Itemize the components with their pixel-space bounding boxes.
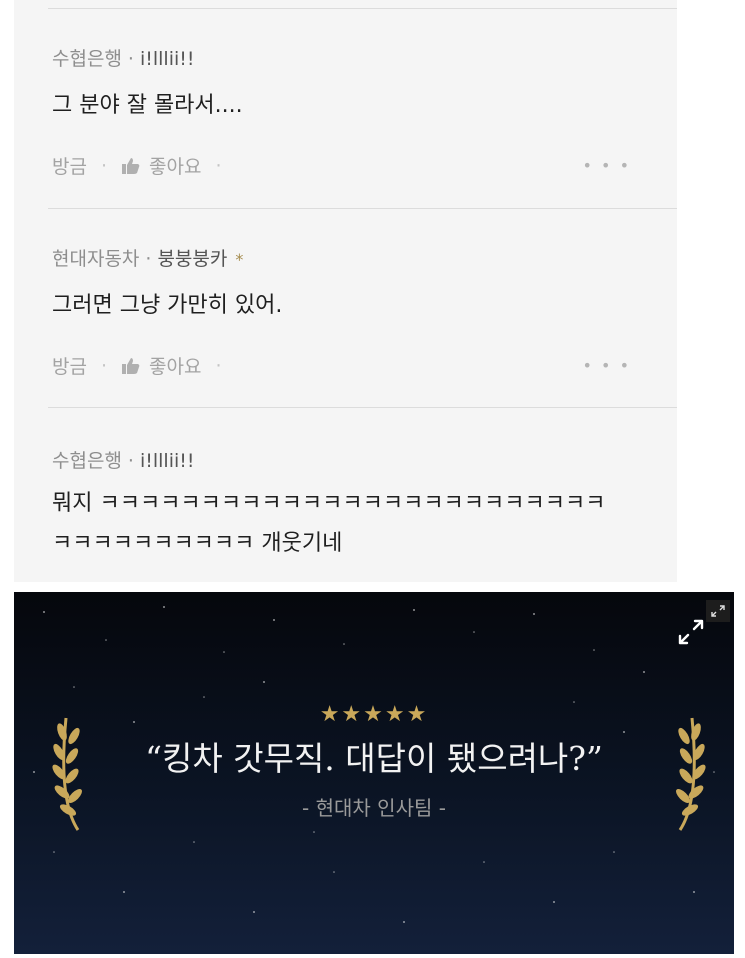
like-label: 좋아요: [149, 356, 202, 378]
comment-thread: 수협은행 · i!lllii!! 그 분야 잘 몰라서.... 방금 · 좋아요 ·…: [14, 0, 677, 582]
separator: ·: [127, 48, 134, 70]
nickname[interactable]: 붕붕붕카: [157, 248, 227, 270]
separator: ·: [100, 354, 108, 377]
divider: [48, 208, 677, 209]
divider: [48, 8, 677, 9]
separator: ·: [215, 154, 222, 177]
separator: ·: [127, 450, 134, 472]
star-rating: ★★★★★: [319, 702, 429, 727]
thumbs-up-icon: [122, 357, 140, 374]
banner-image: ★★★★★ “킹차 갓무직. 대답이 됐으려나?” - 현대차 인사팀 -: [14, 592, 734, 954]
nickname[interactable]: i!lllii!!: [140, 450, 195, 472]
expand-icon[interactable]: [676, 617, 706, 647]
comment-actions: 방금 · 좋아요 ·: [52, 152, 236, 179]
timestamp: 방금: [52, 356, 87, 378]
company-name: 수협은행: [52, 450, 122, 472]
more-options-button[interactable]: • • •: [583, 356, 631, 375]
like-button[interactable]: 좋아요: [121, 152, 201, 179]
comment-text: 그 분야 잘 몰라서....: [52, 93, 243, 118]
comment-text: 그러면 그냥 가만히 있어.: [52, 293, 283, 318]
like-label: 좋아요: [149, 156, 202, 178]
divider: [48, 407, 677, 408]
more-options-button[interactable]: • • •: [583, 156, 631, 175]
review-quote: “킹차 갓무직. 대답이 됐으려나?”: [145, 739, 603, 778]
author-badge-icon: *: [235, 250, 244, 269]
review-credit: - 현대차 인사팀 -: [302, 796, 446, 820]
timestamp: 방금: [52, 156, 87, 178]
separator: ·: [215, 354, 222, 377]
company-name: 수협은행: [52, 48, 122, 70]
thumbs-up-icon: [122, 157, 140, 174]
separator: ·: [145, 248, 152, 270]
comment-text: 뭐지 ㅋㅋㅋㅋㅋㅋㅋㅋㅋㅋㅋㅋㅋㅋㅋㅋㅋㅋㅋㅋㅋㅋㅋㅋㅋ ㅋㅋㅋㅋㅋㅋㅋㅋㅋㅋ …: [52, 491, 606, 556]
collapse-icon[interactable]: [706, 600, 730, 622]
comment-meta: 수협은행 · i!lllii!!: [52, 446, 195, 473]
like-button[interactable]: 좋아요: [121, 352, 201, 379]
comment-meta: 현대자동차 · 붕붕붕카 *: [52, 244, 243, 271]
company-name: 현대자동차: [52, 248, 140, 270]
separator: ·: [100, 154, 108, 177]
comment-meta: 수협은행 · i!lllii!!: [52, 44, 195, 71]
nickname[interactable]: i!lllii!!: [140, 48, 195, 70]
comment-actions: 방금 · 좋아요 ·: [52, 352, 236, 379]
